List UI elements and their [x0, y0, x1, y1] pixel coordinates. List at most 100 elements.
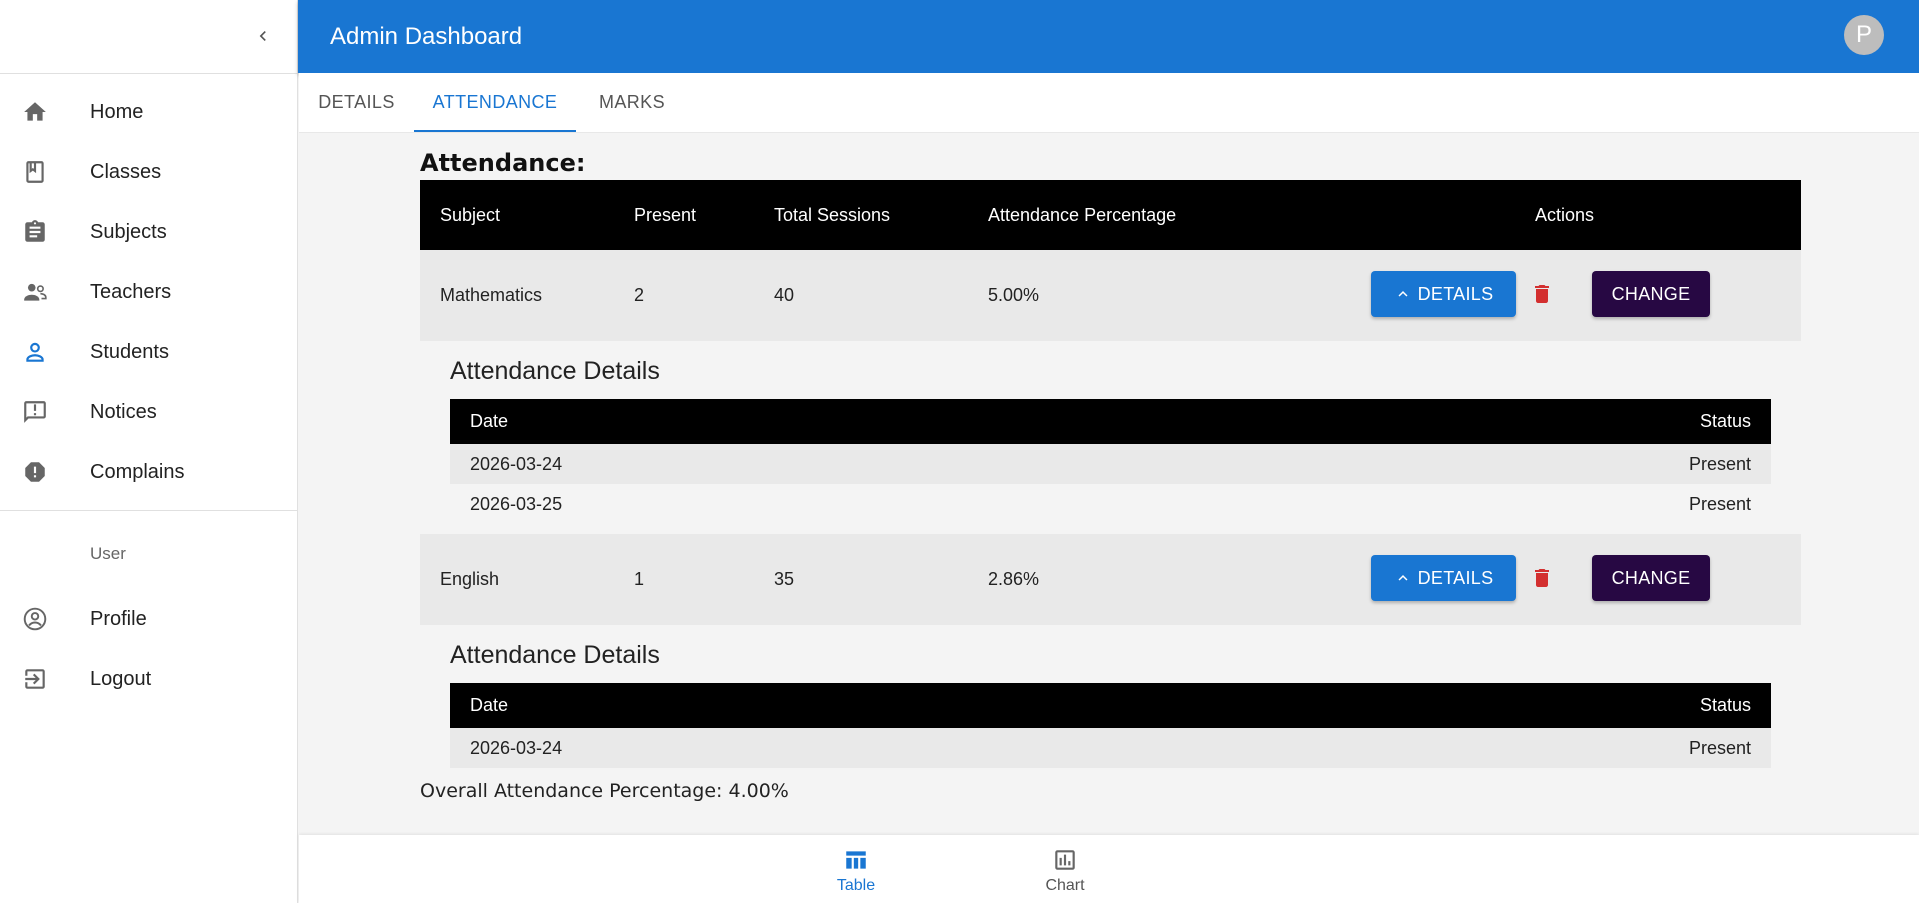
cell-status: Present — [1688, 453, 1751, 474]
column-header-date: Date — [470, 695, 509, 715]
change-button[interactable]: CHANGE — [1592, 271, 1710, 317]
column-header-status: Status — [1699, 411, 1751, 431]
app-bar: Admin Dashboard P — [298, 0, 1919, 73]
sidebar: Home Classes Subjects Teachers Students … — [0, 0, 298, 903]
sidebar-item-subjects[interactable]: Subjects — [0, 202, 297, 262]
logout-icon — [25, 669, 45, 689]
sidebar-item-label: Logout — [90, 667, 152, 690]
bottom-nav-table[interactable]: Table — [796, 847, 916, 895]
sidebar-item-label: Complains — [90, 460, 185, 483]
details-title: Attendance Details — [450, 357, 660, 385]
tab-bar: DETAILS ATTENDANCE MARKS — [299, 73, 1919, 133]
sidebar-header — [0, 0, 297, 74]
sidebar-item-label: Subjects — [90, 220, 167, 243]
overall-attendance: Overall Attendance Percentage: 4.00% — [420, 780, 789, 802]
sidebar-item-students[interactable]: Students — [0, 322, 297, 382]
table-icon — [846, 851, 866, 869]
attendance-table-header: Subject Present Total Sessions Attendanc… — [420, 180, 1801, 250]
sidebar-item-classes[interactable]: Classes — [0, 142, 297, 202]
cell-date: 2026-03-24 — [470, 737, 563, 758]
details-button-label: DETAILS — [1417, 283, 1494, 304]
bottom-nav-label: Table — [836, 877, 876, 894]
cell-date: 2026-03-25 — [470, 493, 563, 514]
column-header-actions: Actions — [1534, 204, 1595, 225]
book-icon — [26, 161, 44, 183]
cell-subject: Mathematics — [440, 285, 543, 305]
person-icon — [26, 342, 44, 362]
table-row: Mathematics 2 40 5.00% DETAILS CHANGE — [420, 250, 1801, 341]
clipboard-icon — [25, 220, 45, 242]
bar-chart-icon — [1055, 850, 1075, 870]
cell-status: Present — [1688, 493, 1751, 514]
chevron-left-icon — [259, 31, 266, 41]
details-title: Attendance Details — [450, 641, 660, 669]
details-button-label: DETAILS — [1417, 567, 1494, 588]
column-header-percentage: Attendance Percentage — [988, 204, 1177, 225]
row-actions: DETAILS CHANGE — [1371, 555, 1710, 601]
sidebar-item-label: Home — [90, 100, 144, 123]
bottom-navigation: Table Chart — [299, 835, 1919, 903]
column-header-total: Total Sessions — [774, 204, 891, 225]
sidebar-item-label: Notices — [90, 400, 157, 423]
sidebar-item-profile[interactable]: Profile — [0, 589, 297, 649]
sidebar-section-label: User — [90, 544, 126, 563]
sidebar-divider — [0, 510, 297, 511]
sidebar-item-notices[interactable]: Notices — [0, 382, 297, 442]
alert-icon — [25, 462, 45, 482]
cell-percentage: 5.00% — [988, 285, 1040, 305]
collapse-sidebar-button[interactable] — [247, 20, 279, 52]
chevron-up-icon — [1398, 291, 1408, 297]
cell-percentage: 2.86% — [988, 569, 1040, 589]
tab-marks[interactable]: MARKS — [576, 73, 688, 132]
table-row: 2026-03-24 Present — [450, 444, 1771, 484]
cell-date: 2026-03-24 — [470, 453, 563, 474]
section-title: Attendance: — [420, 149, 586, 177]
avatar[interactable]: P — [1844, 15, 1884, 55]
details-table-header: Date Status — [450, 683, 1771, 728]
attendance-details: Attendance Details Date Status 2026-03-2… — [420, 341, 1801, 524]
sidebar-item-teachers[interactable]: Teachers — [0, 262, 297, 322]
cell-total: 35 — [774, 569, 795, 589]
home-icon — [24, 102, 46, 121]
bottom-nav-chart[interactable]: Chart — [1005, 847, 1125, 895]
bottom-nav-label: Chart — [1045, 877, 1085, 894]
account-circle-icon — [23, 607, 47, 631]
sidebar-item-label: Students — [90, 340, 169, 363]
sidebar-item-label: Classes — [90, 160, 162, 183]
trash-icon — [1535, 285, 1549, 303]
sidebar-item-home[interactable]: Home — [0, 82, 297, 142]
sidebar-item-complains[interactable]: Complains — [0, 442, 297, 502]
table-row: English 1 35 2.86% DETAILS CHANGE — [420, 534, 1801, 625]
page-title: Admin Dashboard — [330, 22, 523, 50]
table-row: 2026-03-24 Present — [450, 728, 1771, 768]
table-row: 2026-03-25 Present — [450, 484, 1771, 524]
cell-present: 1 — [634, 569, 645, 589]
announcement-icon — [24, 401, 46, 423]
attendance-section: Attendance: Subject Present Total Sessio… — [420, 132, 1801, 802]
cell-present: 2 — [634, 285, 645, 305]
column-header-date: Date — [470, 411, 509, 431]
people-icon — [24, 283, 47, 301]
attendance-details: Attendance Details Date Status 2026-03-2… — [420, 625, 1801, 768]
tab-details[interactable]: DETAILS — [299, 73, 414, 132]
column-header-subject: Subject — [440, 204, 501, 225]
details-table-header: Date Status — [450, 399, 1771, 444]
cell-total: 40 — [774, 285, 795, 305]
cell-status: Present — [1688, 737, 1751, 758]
column-header-present: Present — [634, 204, 697, 225]
change-button[interactable]: CHANGE — [1592, 555, 1710, 601]
sidebar-item-logout[interactable]: Logout — [0, 649, 297, 709]
row-actions: DETAILS CHANGE — [1371, 271, 1710, 317]
delete-button[interactable] — [1517, 271, 1567, 317]
cell-subject: English — [440, 569, 500, 589]
sidebar-item-label: Teachers — [90, 280, 172, 303]
column-header-status: Status — [1699, 695, 1751, 715]
tab-attendance[interactable]: ATTENDANCE — [414, 73, 576, 132]
details-toggle-button[interactable]: DETAILS — [1371, 555, 1516, 601]
sidebar-nav: Home Classes Subjects Teachers Students … — [0, 74, 297, 502]
delete-button[interactable] — [1517, 555, 1567, 601]
details-toggle-button[interactable]: DETAILS — [1371, 271, 1516, 317]
trash-icon — [1535, 569, 1549, 587]
sidebar-item-label: Profile — [90, 607, 147, 630]
chevron-up-icon — [1398, 575, 1408, 581]
